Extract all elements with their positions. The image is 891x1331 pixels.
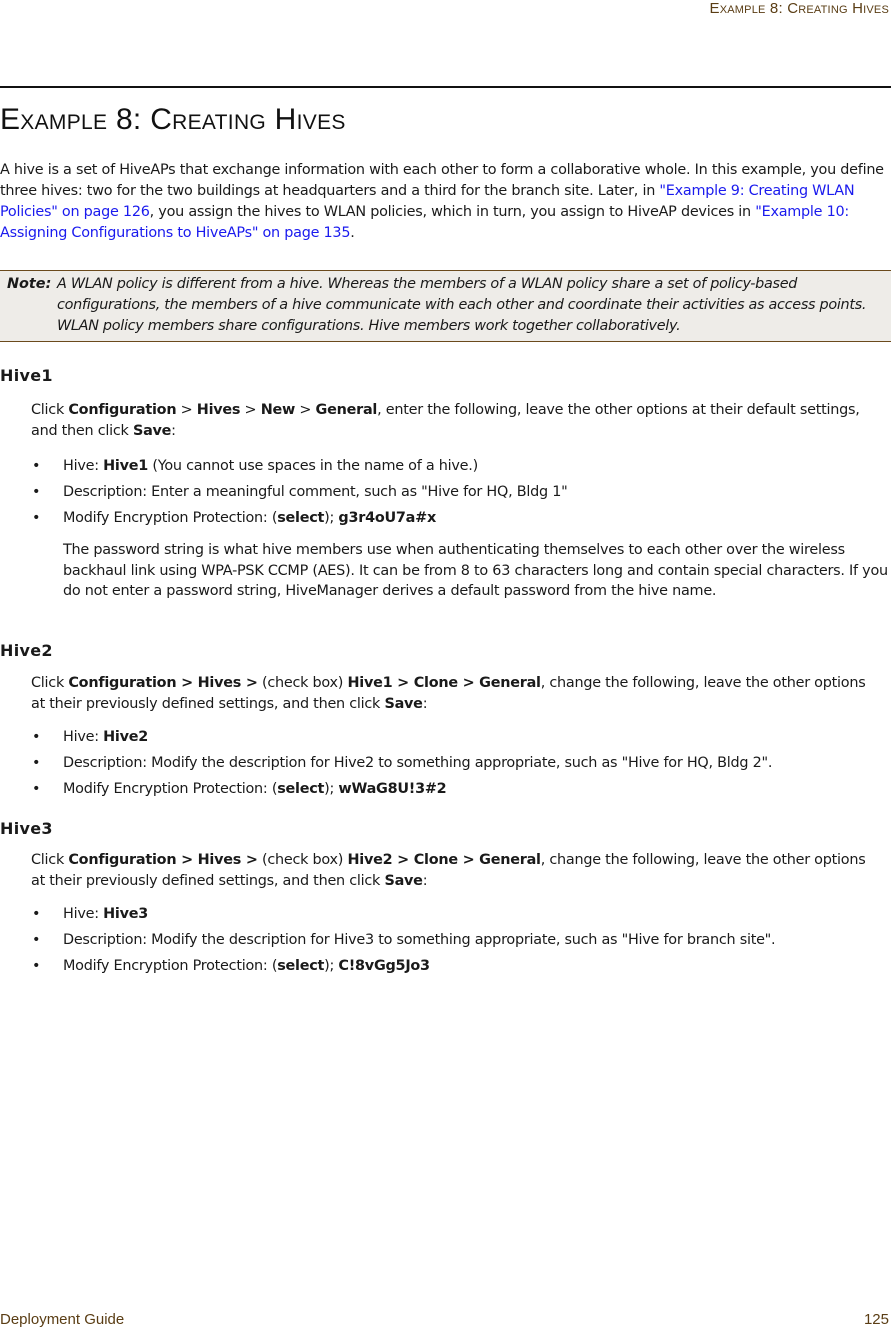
instruction-text: (check box): [257, 852, 348, 868]
path-separator: >: [240, 402, 261, 418]
running-header: Example 8: Creating Hives: [709, 0, 889, 17]
ui-path-configuration: Configuration: [68, 402, 177, 418]
bullet-icon: •: [32, 906, 41, 922]
item-text: Description: Enter a meaningful comment,…: [63, 484, 568, 500]
instruction-text: Click: [31, 852, 69, 868]
list-item: • Modify Encryption Protection: (select);…: [31, 779, 891, 805]
path-separator: >: [176, 402, 197, 418]
password-value: C!8vGg5Jo3: [338, 958, 430, 974]
item-text: );: [324, 781, 339, 797]
hive1-instruction: Click Configuration > Hives > New > Gene…: [31, 400, 881, 442]
instruction-text: :: [171, 423, 176, 439]
ui-save-label: Save: [384, 873, 423, 889]
footer-doc-title: Deployment Guide: [0, 1311, 125, 1328]
bullet-icon: •: [32, 458, 41, 474]
list-item: • Modify Encryption Protection: (select);…: [31, 508, 891, 534]
bullet-icon: •: [32, 755, 41, 771]
bullet-icon: •: [32, 781, 41, 797]
ui-path-general: General: [315, 402, 378, 418]
list-item: • Description: Enter a meaningful comment…: [31, 482, 891, 508]
note-box: Note: A WLAN policy is different from a …: [0, 270, 891, 342]
list-item: • Modify Encryption Protection: (select);…: [31, 956, 891, 982]
instruction-text: :: [422, 873, 428, 889]
ui-path: Hive1 > Clone > General: [347, 675, 542, 691]
hive1-bullet-list: • Hive: Hive1 (You cannot use spaces in t…: [31, 456, 891, 534]
section-heading-hive1: Hive1: [0, 366, 53, 385]
hive2-bullet-list: • Hive: Hive2 • Description: Modify the de…: [31, 727, 891, 805]
item-text: Hive:: [63, 906, 104, 922]
note-label: Note:: [7, 276, 52, 292]
ui-path: Configuration > Hives >: [68, 675, 258, 691]
chapter-title: Example 8: Creating Hives: [0, 103, 346, 136]
ui-path-new: New: [260, 402, 296, 418]
path-separator: >: [295, 402, 316, 418]
bullet-icon: •: [32, 510, 41, 526]
list-item: • Hive: Hive2: [31, 727, 891, 753]
instruction-text: :: [422, 696, 428, 712]
password-value: wWaG8U!3#2: [338, 781, 447, 797]
select-label: select: [277, 510, 325, 526]
ui-save-label: Save: [132, 423, 172, 439]
instruction-text: Click: [31, 402, 69, 418]
hive-name-value: Hive2: [103, 729, 149, 745]
select-label: select: [277, 781, 325, 797]
item-text: Hive:: [63, 729, 104, 745]
list-item: • Description: Modify the description for…: [31, 930, 891, 956]
bullet-icon: •: [32, 484, 41, 500]
intro-text-2: , you assign the hives to WLAN policies,…: [149, 204, 756, 220]
ui-path-hives: Hives: [196, 402, 241, 418]
section-heading-hive2: Hive2: [0, 641, 53, 660]
hive2-instruction: Click Configuration > Hives > (check box…: [31, 673, 881, 715]
note-text: A WLAN policy is different from a hive. …: [57, 276, 867, 334]
item-text: Hive:: [63, 458, 104, 474]
instruction-text: (check box): [257, 675, 348, 691]
item-text: );: [324, 510, 339, 526]
hive-name-value: Hive1: [103, 458, 149, 474]
ui-path: Configuration > Hives >: [68, 852, 258, 868]
hive3-bullet-list: • Hive: Hive3 • Description: Modify the de…: [31, 904, 891, 982]
hive1-password-explanation: The password string is what hive members…: [63, 542, 888, 599]
item-text: Modify Encryption Protection: (: [63, 510, 278, 526]
list-item: • Hive: Hive1 (You cannot use spaces in t…: [31, 456, 891, 482]
item-text: Description: Modify the description for …: [63, 932, 776, 948]
ui-path: Hive2 > Clone > General: [347, 852, 542, 868]
hive3-instruction: Click Configuration > Hives > (check box…: [31, 850, 881, 892]
hive-name-value: Hive3: [103, 906, 149, 922]
section-heading-hive3: Hive3: [0, 819, 53, 838]
password-value: g3r4oU7a#x: [338, 510, 436, 526]
instruction-text: Click: [31, 675, 69, 691]
header-rule: [0, 86, 891, 88]
intro-paragraph: A hive is a set of HiveAPs that exchange…: [0, 160, 891, 244]
intro-text-3: .: [350, 225, 355, 241]
item-text: Modify Encryption Protection: (: [63, 781, 278, 797]
bullet-icon: •: [32, 958, 41, 974]
bullet-icon: •: [32, 932, 41, 948]
footer-page-number: 125: [863, 1311, 889, 1328]
item-text: );: [324, 958, 339, 974]
select-label: select: [277, 958, 325, 974]
item-text: (You cannot use spaces in the name of a …: [148, 458, 478, 474]
ui-save-label: Save: [384, 696, 423, 712]
bullet-icon: •: [32, 729, 41, 745]
list-item: • Description: Modify the description for…: [31, 753, 891, 779]
item-text: Modify Encryption Protection: (: [63, 958, 278, 974]
list-item: • Hive: Hive3: [31, 904, 891, 930]
item-text: Description: Modify the description for …: [63, 755, 773, 771]
